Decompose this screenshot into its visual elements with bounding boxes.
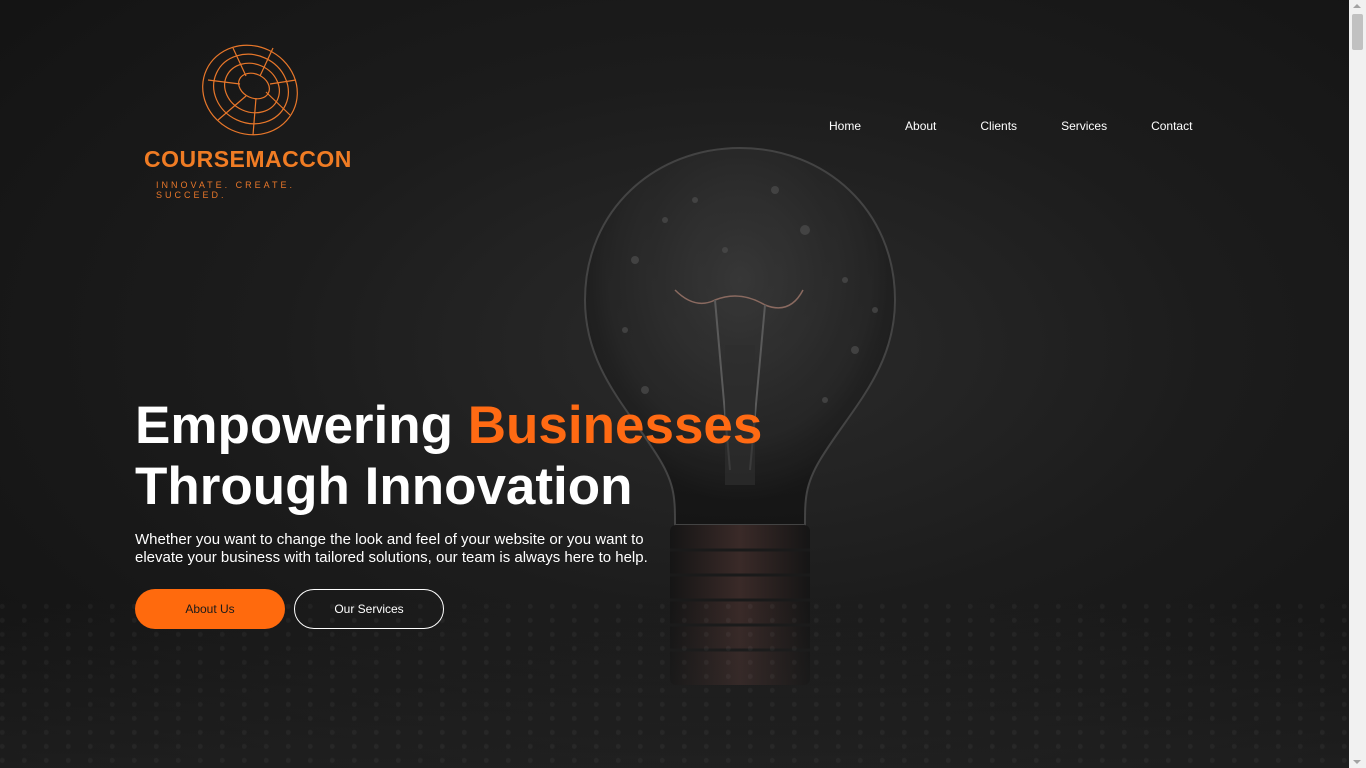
hero-title-accent: Businesses bbox=[467, 396, 763, 455]
brand-logo[interactable]: COURSEMACCON INNOVATE. CREATE. SUCCEED. bbox=[140, 40, 360, 200]
nav-item-home[interactable]: Home bbox=[829, 118, 861, 134]
hero-description: Whether you want to change the look and … bbox=[135, 531, 648, 566]
nav-item-services[interactable]: Services bbox=[1061, 118, 1107, 134]
nav-item-clients[interactable]: Clients bbox=[980, 118, 1017, 134]
our-services-button[interactable]: Our Services bbox=[294, 589, 444, 629]
hero-title-line2: Through Innovation bbox=[135, 457, 633, 516]
hero-title: Empowering Businesses Through Innovation bbox=[135, 395, 835, 517]
page: COURSEMACCON INNOVATE. CREATE. SUCCEED. … bbox=[0, 0, 1349, 768]
nav-item-about[interactable]: About bbox=[905, 118, 936, 134]
hero-title-prefix: Empowering bbox=[135, 396, 454, 455]
page-scrollbar[interactable] bbox=[1349, 0, 1366, 768]
nav-item-contact[interactable]: Contact bbox=[1151, 118, 1192, 134]
scrollbar-thumb[interactable] bbox=[1352, 14, 1363, 50]
brand-name: COURSEMACCON bbox=[144, 146, 352, 172]
hero-section: Empowering Businesses Through Innovation… bbox=[135, 395, 835, 629]
main-nav: Home About Clients Services Contact bbox=[829, 118, 1192, 134]
brand-tagline: INNOVATE. CREATE. SUCCEED. bbox=[156, 180, 296, 200]
torus-logo-icon bbox=[202, 44, 298, 136]
about-us-button[interactable]: About Us bbox=[135, 589, 285, 629]
scroll-down-icon[interactable] bbox=[1353, 760, 1361, 764]
scroll-up-icon[interactable] bbox=[1353, 4, 1361, 8]
hero-buttons: About Us Our Services bbox=[135, 589, 835, 629]
